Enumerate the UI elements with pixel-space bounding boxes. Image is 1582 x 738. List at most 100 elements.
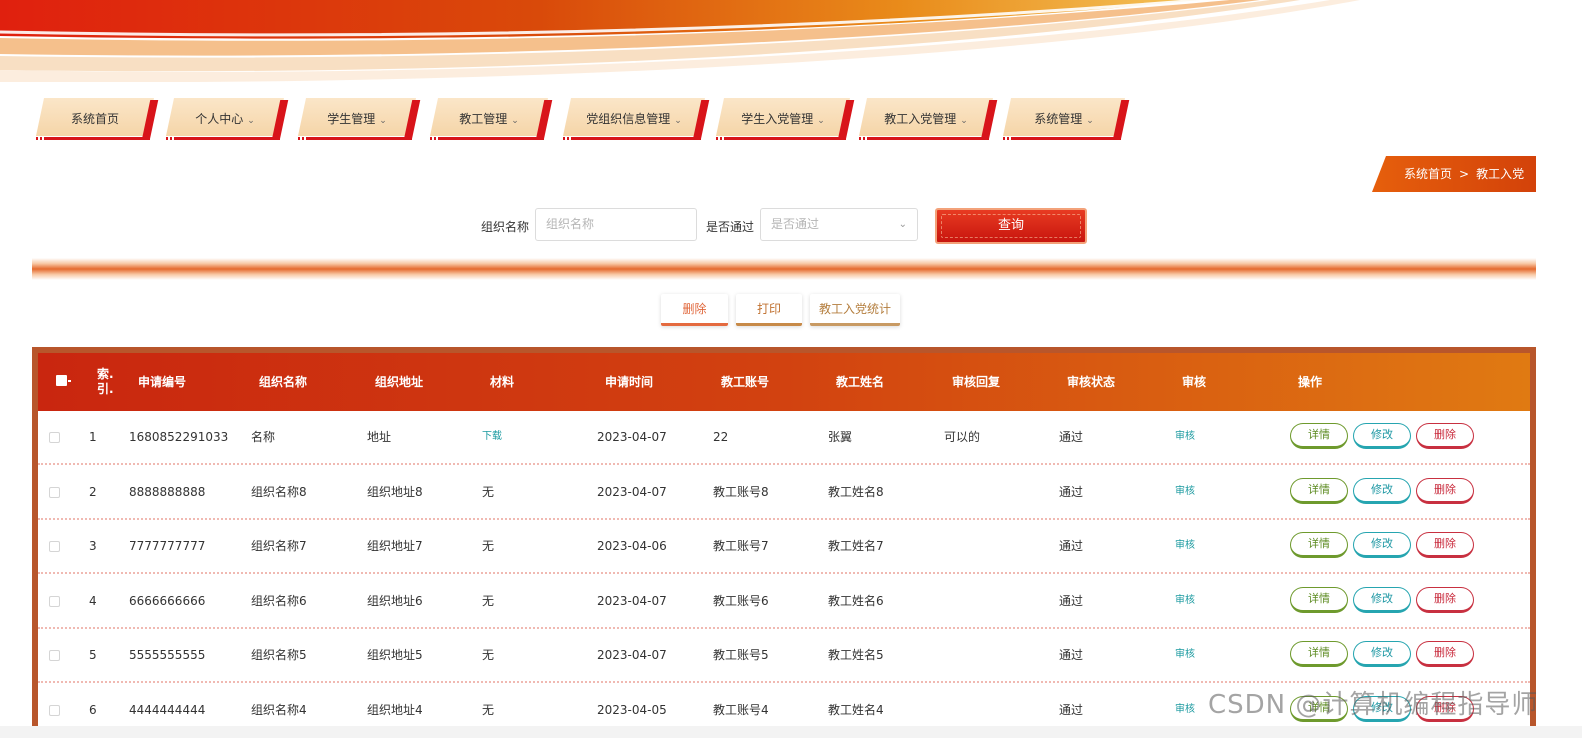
- cell-material: 无: [482, 593, 495, 608]
- nav-item-system-mgmt[interactable]: 系统管理 ⌄: [1003, 98, 1130, 140]
- edit-button[interactable]: 修改: [1353, 532, 1411, 558]
- passed-select[interactable]: 是否通过 ⌄: [760, 208, 918, 241]
- nav-item-personal-center[interactable]: 个人中心 ⌄: [166, 98, 289, 140]
- detail-button[interactable]: 详情: [1290, 477, 1348, 504]
- table-row: 3 7777777777 组织名称7 组织地址7 无 2023-04-06 教工账号7 教工姓…: [38, 520, 1530, 574]
- cell-staff-name: 教工姓名7: [828, 539, 884, 553]
- header-app-time: 申请时间: [605, 375, 654, 389]
- row-delete-button[interactable]: 删除: [1416, 477, 1474, 504]
- nav-label: 学生管理: [327, 112, 376, 126]
- nav-item-student-mgmt[interactable]: 学生管理 ⌄: [298, 98, 421, 140]
- section-divider: [32, 258, 1536, 280]
- cell-review-status: 通过: [1059, 648, 1084, 662]
- cell-index: 1: [89, 430, 97, 444]
- breadcrumb-separator: >: [1459, 167, 1470, 181]
- review-link[interactable]: 审核: [1175, 520, 1195, 572]
- breadcrumb: 系统首页 > 教工入党: [1372, 156, 1536, 192]
- batch-delete-button[interactable]: 删除: [661, 294, 728, 326]
- cell-app-no: 5555555555: [129, 648, 206, 662]
- cell-staff-account: 22: [713, 430, 729, 444]
- cell-app-no: 1680852291033: [129, 430, 229, 444]
- cell-app-no: 8888888888: [129, 484, 206, 499]
- table-row: 1 1680852291033 名称 地址 下载 2023-04-07 22 张翼 可以的 通过 审…: [38, 411, 1530, 465]
- row-delete-button[interactable]: 删除: [1416, 532, 1474, 558]
- row-checkbox[interactable]: [49, 595, 60, 607]
- cell-org-addr: 地址: [367, 430, 392, 444]
- passed-select-placeholder: 是否通过: [771, 217, 820, 231]
- header-banner: [0, 0, 1582, 82]
- chevron-down-icon: ⌄: [817, 116, 825, 126]
- nav-item-staff-join-party[interactable]: 教工入党管理 ⌄: [859, 98, 998, 140]
- print-button[interactable]: 打印: [736, 294, 802, 326]
- cell-staff-name: 张翼: [828, 430, 853, 444]
- review-link[interactable]: 审核: [1175, 466, 1195, 518]
- review-link[interactable]: 审核: [1175, 411, 1195, 463]
- breadcrumb-home[interactable]: 系统首页: [1404, 167, 1452, 181]
- cell-review-status: 通过: [1059, 430, 1084, 444]
- select-all-checkbox[interactable]: [56, 375, 67, 386]
- nav-label: 教工管理: [459, 112, 508, 126]
- watermark: CSDN @计算机编程指导师: [1208, 690, 1539, 720]
- detail-button[interactable]: 详情: [1290, 586, 1348, 613]
- edit-button[interactable]: 修改: [1353, 423, 1411, 449]
- cell-org-addr: 组织地址6: [367, 593, 423, 608]
- cell-org-name: 组织名称5: [251, 648, 307, 662]
- cell-app-time: 2023-04-06: [597, 539, 667, 553]
- cell-review-status: 通过: [1059, 593, 1084, 608]
- nav-item-home[interactable]: 系统首页: [36, 98, 159, 140]
- nav-item-student-join-party[interactable]: 学生入党管理 ⌄: [716, 98, 855, 140]
- row-checkbox[interactable]: [49, 486, 60, 498]
- detail-button[interactable]: 详情: [1290, 423, 1348, 449]
- edit-button[interactable]: 修改: [1353, 586, 1411, 613]
- chevron-down-icon: ⌄: [379, 116, 387, 126]
- chevron-down-icon: ⌄: [1086, 116, 1094, 126]
- cell-org-name: 组织名称6: [251, 593, 307, 608]
- nav-item-staff-mgmt[interactable]: 教工管理 ⌄: [430, 98, 553, 140]
- row-delete-button[interactable]: 删除: [1416, 641, 1474, 667]
- org-name-input[interactable]: 组织名称: [535, 208, 697, 241]
- cell-app-time: 2023-04-07: [597, 593, 667, 608]
- table-row: 5 5555555555 组织名称5 组织地址5 无 2023-04-07 教工账号5 教工姓…: [38, 629, 1530, 683]
- cell-app-no: 6666666666: [129, 593, 206, 608]
- header-staff-name: 教工姓名: [836, 375, 885, 389]
- cell-material[interactable]: 下载: [482, 411, 502, 463]
- cell-review-status: 通过: [1059, 539, 1084, 553]
- detail-button[interactable]: 详情: [1290, 641, 1348, 667]
- cell-staff-name: 教工姓名6: [828, 593, 884, 608]
- query-button[interactable]: 查询: [935, 208, 1087, 244]
- header-app-no: 申请编号: [138, 375, 187, 389]
- cell-app-no: 7777777777: [129, 539, 206, 553]
- cell-material: 无: [482, 484, 495, 499]
- header-staff-account: 教工账号: [721, 375, 770, 389]
- nav-label: 个人中心: [195, 112, 244, 126]
- row-checkbox[interactable]: [49, 704, 60, 716]
- edit-button[interactable]: 修改: [1353, 477, 1411, 504]
- cell-staff-name: 教工姓名8: [828, 484, 884, 499]
- review-link[interactable]: 审核: [1175, 629, 1195, 681]
- nav-label: 党组织信息管理: [586, 112, 671, 126]
- review-link[interactable]: 审核: [1175, 575, 1195, 627]
- row-checkbox[interactable]: [49, 432, 60, 443]
- data-table: 索. 引. 申请编号 组织名称 组织地址 材料 申请时间 教工账号 教工姓名 审核…: [32, 347, 1536, 738]
- breadcrumb-current: 教工入党: [1476, 167, 1525, 181]
- passed-label: 是否通过: [706, 220, 755, 234]
- cell-index: 4: [89, 593, 97, 608]
- edit-button[interactable]: 修改: [1353, 641, 1411, 667]
- row-delete-button[interactable]: 删除: [1416, 423, 1474, 449]
- header-ops: 操作: [1298, 375, 1323, 389]
- cell-staff-account: 教工账号6: [713, 593, 769, 608]
- row-checkbox[interactable]: [49, 541, 60, 552]
- detail-button[interactable]: 详情: [1290, 532, 1348, 558]
- header-org-addr: 组织地址: [375, 375, 424, 389]
- row-delete-button[interactable]: 删除: [1416, 586, 1474, 613]
- banner-artwork: [0, 0, 1582, 82]
- cell-index: 2: [89, 484, 97, 499]
- table-row: 4 6666666666 组织名称6 组织地址6 无 2023-04-07 教工账号6 教工姓…: [38, 575, 1530, 629]
- nav-label: 教工入党管理: [884, 112, 957, 126]
- table-row: 2 8888888888 组织名称8 组织地址8 无 2023-04-07 教工账号8 教工姓…: [38, 466, 1530, 520]
- row-checkbox[interactable]: [49, 650, 60, 661]
- cell-index: 5: [89, 648, 97, 662]
- cell-org-name: 组织名称7: [251, 539, 307, 553]
- nav-item-party-org-mgmt[interactable]: 党组织信息管理 ⌄: [563, 98, 710, 140]
- staff-party-stats-button[interactable]: 教工入党统计: [810, 294, 900, 326]
